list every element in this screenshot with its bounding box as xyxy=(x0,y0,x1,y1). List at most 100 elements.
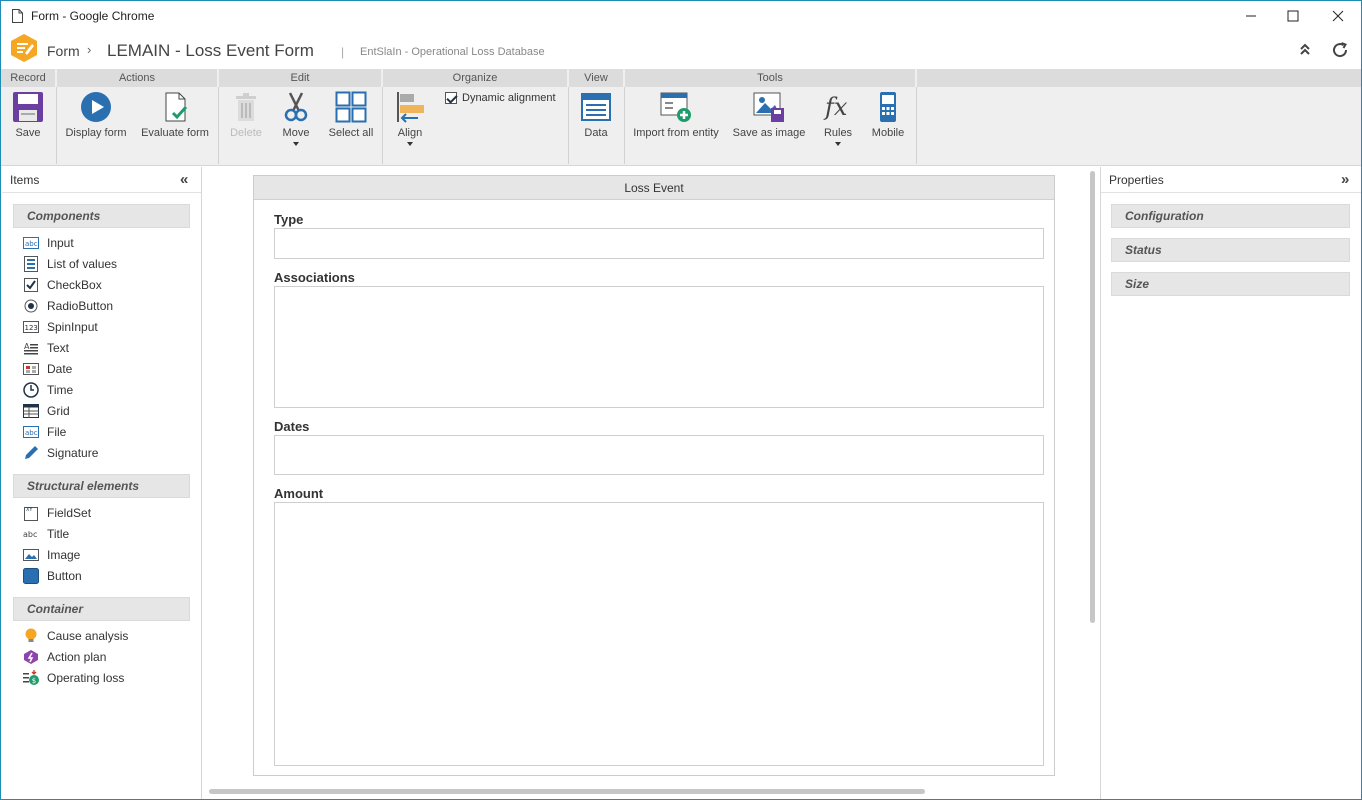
horizontal-scrollbar[interactable] xyxy=(209,789,925,794)
loss-event-fieldset[interactable]: Loss Event Type Associations Dates Amoun… xyxy=(253,175,1055,776)
dynamic-alignment-checkbox[interactable]: Dynamic alignment xyxy=(445,92,556,104)
structural-image[interactable]: Image xyxy=(2,544,201,565)
section-components[interactable]: Components xyxy=(13,204,190,228)
svg-text:abc: abc xyxy=(23,530,37,539)
move-dropdown-caret-icon xyxy=(293,142,299,146)
save-button[interactable]: Save xyxy=(7,91,49,139)
page-title: LEMAIN - Loss Event Form xyxy=(107,41,314,60)
evaluate-form-button[interactable]: Evaluate form xyxy=(139,91,211,139)
document-icon xyxy=(12,9,23,23)
mobile-button[interactable]: Mobile xyxy=(867,91,909,139)
section-structural-elements[interactable]: Structural elements xyxy=(13,474,190,498)
collapse-panel-icon[interactable]: « xyxy=(180,171,188,188)
component-grid[interactable]: Grid xyxy=(2,400,201,421)
app-header: Form › LEMAIN - Loss Event Form | EntSla… xyxy=(1,31,1361,69)
mobile-phone-icon xyxy=(880,92,896,122)
app-logo-icon xyxy=(11,34,37,62)
structural-button[interactable]: Button xyxy=(2,565,201,586)
section-status[interactable]: Status xyxy=(1111,238,1350,262)
dates-field[interactable] xyxy=(274,435,1044,475)
fieldset-title: Loss Event xyxy=(254,176,1054,200)
align-label: Align xyxy=(397,127,423,139)
breadcrumb-form[interactable]: Form xyxy=(47,43,80,59)
image-icon xyxy=(23,547,39,563)
save-as-image-button[interactable]: Save as image xyxy=(729,91,809,139)
lightbulb-icon xyxy=(23,628,39,644)
section-container[interactable]: Container xyxy=(13,597,190,621)
ribbon-divider xyxy=(624,87,625,164)
structural-label: Image xyxy=(47,547,81,562)
expand-panel-icon[interactable]: » xyxy=(1341,171,1349,188)
container-label: Action plan xyxy=(47,649,107,664)
properties-panel: Properties » Configuration Status Size xyxy=(1100,167,1361,799)
play-icon xyxy=(81,92,111,122)
component-time[interactable]: Time xyxy=(2,379,201,400)
component-input[interactable]: abc Input xyxy=(2,232,201,253)
pen-icon xyxy=(23,445,39,461)
component-spininput[interactable]: 123 SpinInput xyxy=(2,316,201,337)
section-configuration[interactable]: Configuration xyxy=(1111,204,1350,228)
ribbon-divider xyxy=(382,87,383,164)
select-all-button[interactable]: Select all xyxy=(325,91,377,139)
structural-title[interactable]: abc Title xyxy=(2,523,201,544)
refresh-icon xyxy=(1333,42,1348,58)
grid-select-icon xyxy=(335,91,367,123)
container-cause-analysis[interactable]: Cause analysis xyxy=(2,625,201,646)
import-from-entity-button[interactable]: Import from entity xyxy=(631,91,721,139)
clock-icon xyxy=(23,381,39,398)
section-size[interactable]: Size xyxy=(1111,272,1350,296)
vertical-scrollbar[interactable] xyxy=(1090,171,1095,623)
amount-field[interactable] xyxy=(274,502,1044,766)
checkbox-checked-icon[interactable] xyxy=(445,92,457,104)
action-plan-icon xyxy=(23,649,39,665)
items-panel: Items « Components abc Input List of val… xyxy=(2,167,202,799)
component-text[interactable]: A Text xyxy=(2,337,201,358)
refresh-button[interactable] xyxy=(1331,41,1351,61)
title-text-icon: abc xyxy=(23,526,39,542)
group-record-label: Record xyxy=(1,69,55,87)
rules-button[interactable]: fx Rules xyxy=(819,91,857,146)
svg-text:abc: abc xyxy=(25,240,38,248)
associations-field[interactable] xyxy=(274,286,1044,408)
save-as-image-label: Save as image xyxy=(732,127,806,139)
container-operating-loss[interactable]: $ Operating loss xyxy=(2,667,201,688)
calendar-icon xyxy=(23,361,39,377)
display-form-button[interactable]: Display form xyxy=(61,91,131,139)
close-button[interactable] xyxy=(1323,5,1353,27)
component-date[interactable]: Date xyxy=(2,358,201,379)
align-button[interactable]: Align xyxy=(391,91,429,146)
component-checkbox[interactable]: CheckBox xyxy=(2,274,201,295)
evaluate-form-label: Evaluate form xyxy=(141,127,209,139)
structural-fieldset[interactable]: XY FieldSet xyxy=(2,502,201,523)
structural-label: FieldSet xyxy=(47,505,92,520)
items-panel-title: Items xyxy=(10,173,40,187)
move-button[interactable]: Move xyxy=(275,91,317,146)
type-field[interactable] xyxy=(274,228,1044,259)
component-label: Grid xyxy=(47,403,70,418)
delete-button[interactable]: Delete xyxy=(225,91,267,139)
component-list-of-values[interactable]: List of values xyxy=(2,253,201,274)
component-label: Signature xyxy=(47,445,99,460)
component-label: CheckBox xyxy=(47,277,102,292)
group-edit-label: Edit xyxy=(219,69,381,87)
text-area-icon: A xyxy=(23,340,39,356)
component-radiobutton[interactable]: RadioButton xyxy=(2,295,201,316)
rules-dropdown-caret-icon xyxy=(835,142,841,146)
component-signature[interactable]: Signature xyxy=(2,442,201,463)
component-label: Input xyxy=(47,235,74,250)
group-tools-label: Tools xyxy=(625,69,915,87)
maximize-button[interactable] xyxy=(1278,5,1308,27)
import-entity-icon xyxy=(660,92,691,122)
browser-window: Form - Google Chrome Form › LEMAIN - Los… xyxy=(0,0,1362,800)
minimize-button[interactable] xyxy=(1236,5,1266,27)
close-icon xyxy=(1332,10,1344,22)
component-file[interactable]: abc File xyxy=(2,421,201,442)
data-button[interactable]: Data xyxy=(575,91,617,139)
form-canvas: Loss Event Type Associations Dates Amoun… xyxy=(205,167,1098,799)
collapse-header-button[interactable] xyxy=(1297,41,1317,61)
group-actions-label: Actions xyxy=(57,69,217,87)
svg-text:123: 123 xyxy=(25,324,38,332)
page-subtitle: EntSlaIn - Operational Loss Database xyxy=(360,46,545,58)
container-action-plan[interactable]: Action plan xyxy=(2,646,201,667)
field-label-type: Type xyxy=(274,212,304,227)
